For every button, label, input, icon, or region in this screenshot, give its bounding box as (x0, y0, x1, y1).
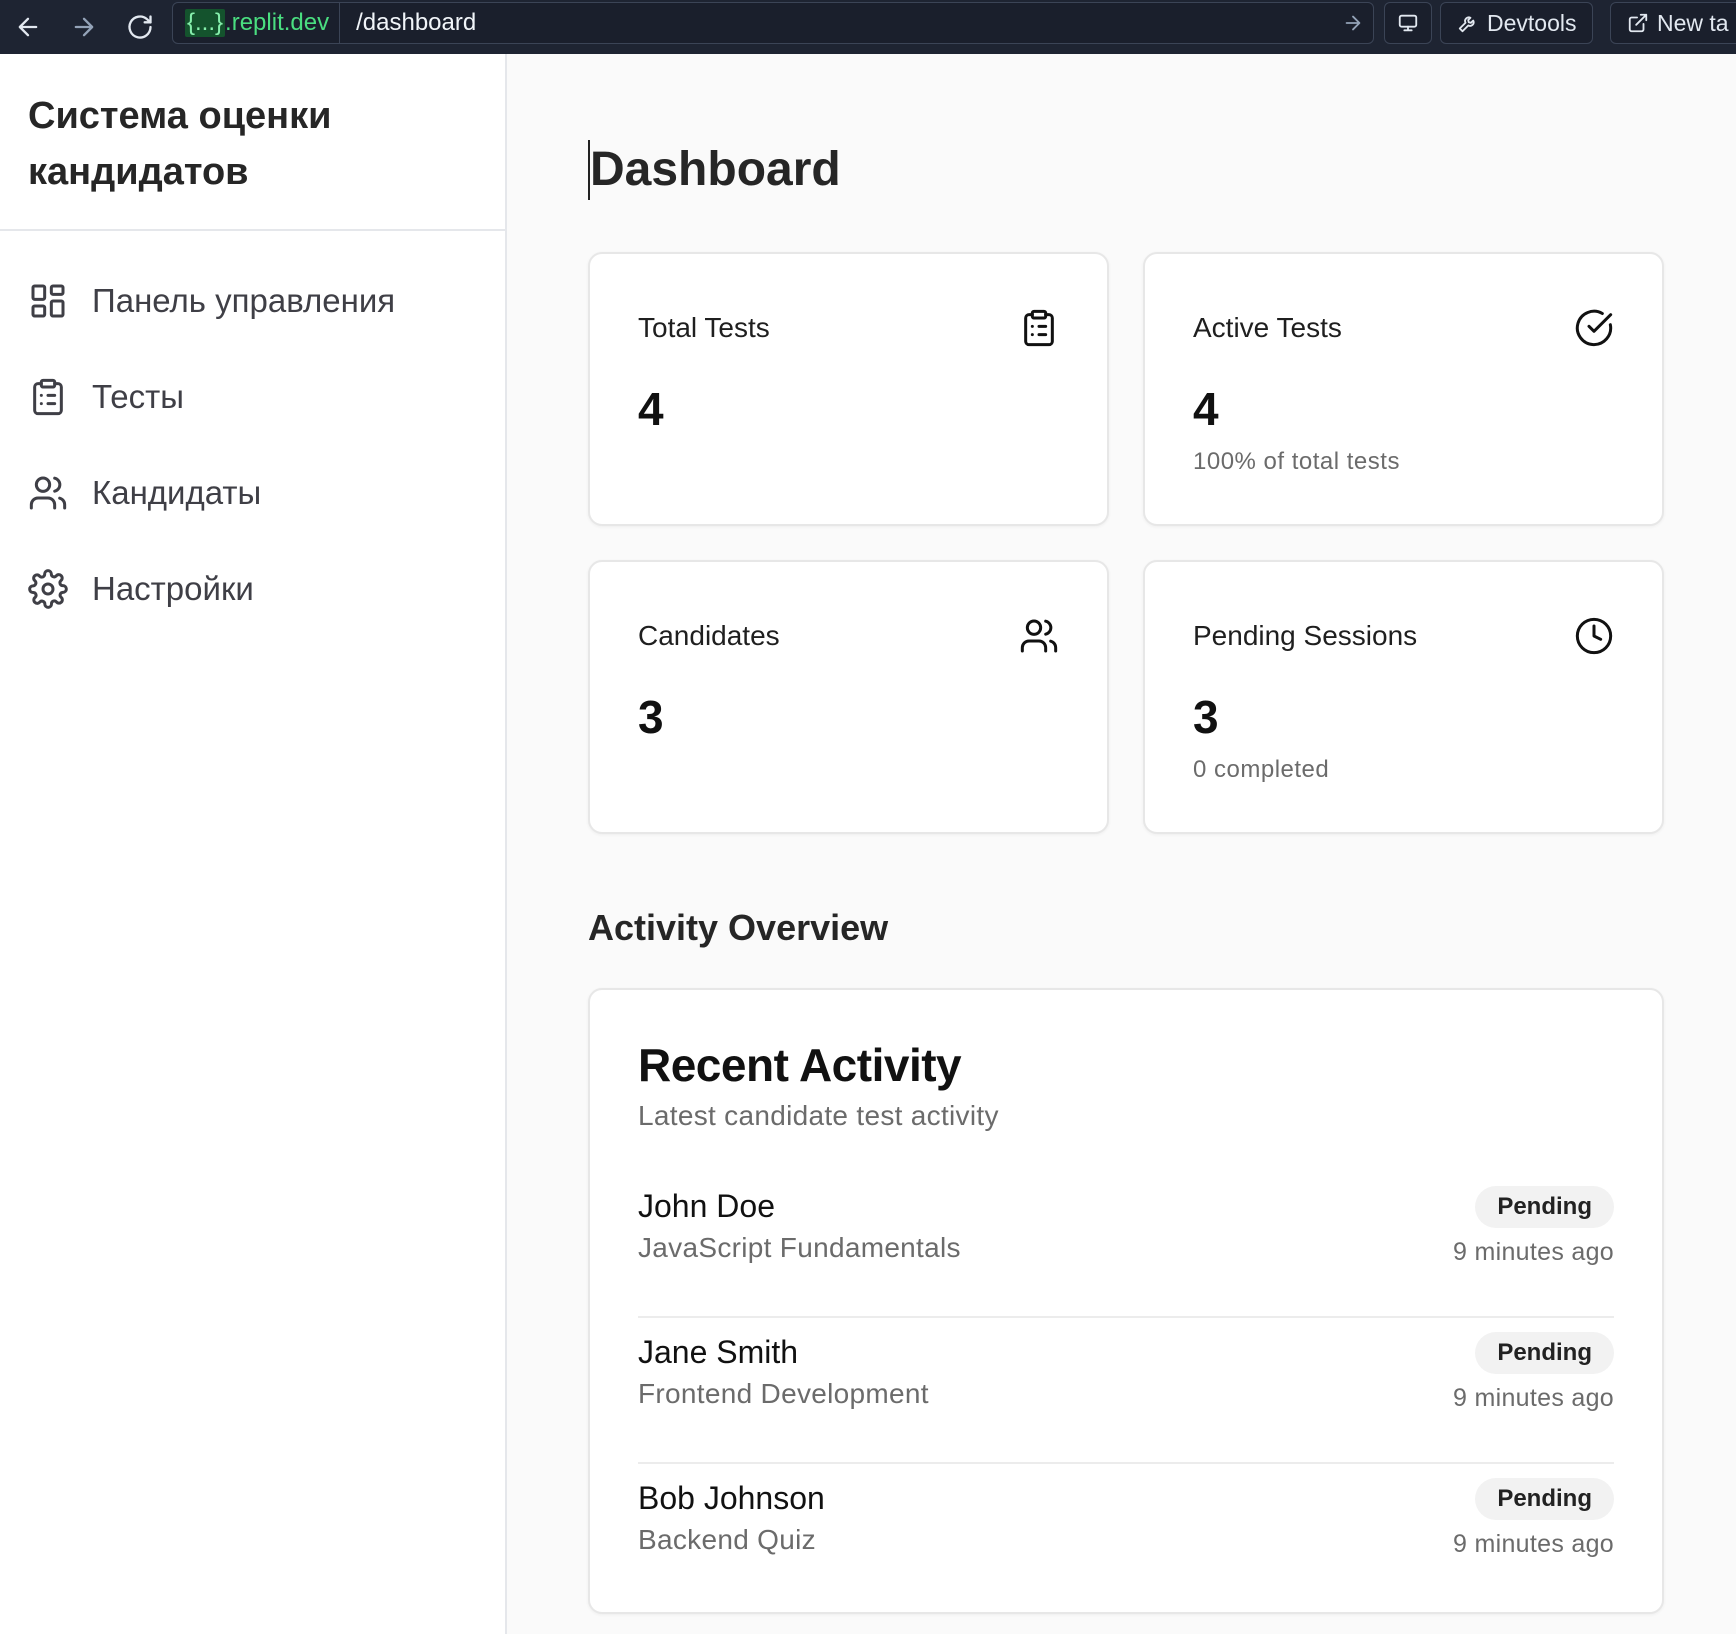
card-title: Active Tests (1193, 312, 1342, 343)
status-badge: Pending (1475, 1186, 1614, 1228)
activity-row[interactable]: Jane Smith Frontend Development Pending … (638, 1318, 1614, 1464)
sidebar-item-label: Панель управления (92, 282, 396, 319)
url-bar[interactable]: {...} .replit.dev /dashboard (172, 2, 1374, 44)
candidate-name: Bob Johnson (638, 1480, 825, 1516)
sidebar-item-label: Кандидаты (92, 474, 262, 511)
sidebar-item-dashboard[interactable]: Панель управления (0, 253, 505, 349)
new-tab-label: New ta (1657, 9, 1729, 36)
activity-time: 9 minutes ago (1453, 1384, 1614, 1412)
activity-title: Recent Activity (638, 1039, 962, 1091)
back-button[interactable] (8, 7, 48, 47)
test-name: Frontend Development (638, 1378, 929, 1409)
card-value: 4 (638, 383, 664, 435)
status-badge: Pending (1475, 1478, 1614, 1520)
card-value: 4 (1193, 383, 1219, 435)
card-title: Pending Sessions (1193, 620, 1418, 651)
test-name: Backend Quiz (638, 1524, 816, 1555)
url-domain: {...} .replit.dev (173, 3, 341, 43)
grid-icon (31, 284, 65, 318)
wrench-icon (1458, 16, 1475, 33)
main-content: Dashboard Total Tests 4 Active Tests 4 1… (588, 54, 1664, 1614)
page-title: Dashboard (588, 140, 1664, 200)
url-domain-text: .replit.dev (225, 9, 330, 36)
sidebar-item-tests[interactable]: Тесты (0, 349, 505, 445)
external-link-icon (1628, 13, 1648, 33)
stat-card-candidates: Candidates 3 (588, 560, 1109, 834)
stat-card-total-tests: Total Tests 4 (588, 252, 1109, 526)
arrow-right-icon (1345, 15, 1361, 31)
sidebar-item-candidates[interactable]: Кандидаты (0, 445, 505, 541)
sidebar-item-settings[interactable]: Настройки (0, 541, 505, 637)
recent-activity-card: Recent Activity Latest candidate test ac… (588, 988, 1664, 1614)
card-value: 3 (1193, 691, 1219, 743)
browser-toolbar: {...} .replit.dev /dashboard Devtools Ne… (0, 0, 1736, 54)
candidate-name: John Doe (638, 1188, 775, 1224)
activity-subtitle: Latest candidate test activity (638, 1100, 999, 1131)
new-tab-button[interactable]: New ta (1610, 2, 1736, 44)
arrow-right-icon (74, 17, 94, 37)
sidebar-item-label: Тесты (92, 378, 184, 415)
sidebar-item-label: Настройки (92, 570, 254, 607)
app-brand-title: Система оценки кандидатов (0, 54, 505, 231)
url-path[interactable]: /dashboard (340, 9, 1333, 37)
activity-list: John Doe JavaScript Fundamentals Pending… (638, 1172, 1614, 1610)
card-title: Candidates (638, 620, 780, 651)
candidate-name: Jane Smith (638, 1334, 799, 1370)
stat-card-active-tests: Active Tests 4 100% of total tests (1143, 252, 1664, 526)
reload-icon (128, 15, 152, 39)
activity-time: 9 minutes ago (1453, 1238, 1614, 1266)
clipboard-icon (33, 378, 63, 416)
card-subtitle: 0 completed (1193, 756, 1330, 783)
activity-row[interactable]: John Doe JavaScript Fundamentals Pending… (638, 1172, 1614, 1318)
devtools-button[interactable]: Devtools (1440, 2, 1594, 44)
card-value: 3 (638, 691, 664, 743)
url-go-button[interactable] (1333, 12, 1373, 34)
devtools-label: Devtools (1487, 9, 1577, 36)
reload-button[interactable] (120, 7, 160, 47)
activity-row[interactable]: Bob Johnson Backend Quiz Pending 9 minut… (638, 1464, 1614, 1610)
device-preview-button[interactable] (1384, 2, 1432, 44)
users-icon (29, 476, 67, 510)
sidebar: Система оценки кандидатов Панель управле… (0, 54, 507, 1634)
users-icon (1020, 619, 1058, 653)
stats-cards: Total Tests 4 Active Tests 4 100% of tot… (588, 252, 1664, 834)
activity-time: 9 minutes ago (1453, 1530, 1614, 1558)
clipboard-icon (1024, 309, 1054, 347)
section-title: Activity Overview (588, 907, 889, 948)
arrow-left-icon (18, 17, 38, 37)
check-circle-icon (1575, 309, 1613, 347)
monitor-icon (1398, 14, 1418, 32)
card-title: Total Tests (638, 312, 770, 343)
url-domain-prefix: {...} (185, 9, 226, 37)
sidebar-nav: Панель управления Тесты Кандидаты Настро… (0, 231, 505, 637)
gear-icon (28, 569, 68, 609)
status-badge: Pending (1475, 1332, 1614, 1374)
card-subtitle: 100% of total tests (1193, 448, 1400, 475)
clock-icon (1575, 617, 1613, 655)
forward-button[interactable] (64, 7, 104, 47)
stat-card-pending-sessions: Pending Sessions 3 0 completed (1143, 560, 1664, 834)
test-name: JavaScript Fundamentals (638, 1232, 961, 1263)
